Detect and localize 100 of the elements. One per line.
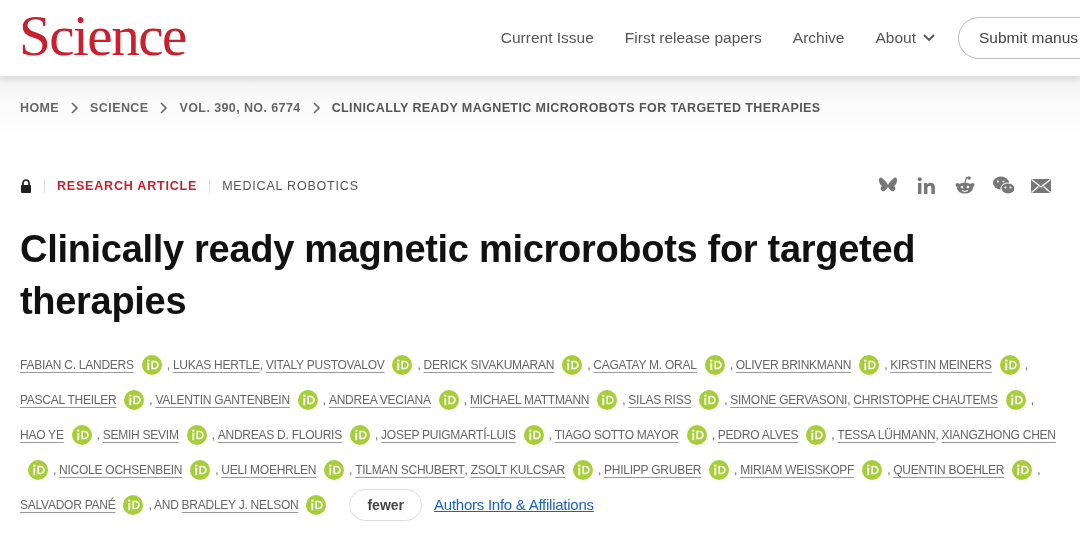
orcid-icon[interactable]	[186, 424, 207, 445]
author-separator: ,	[1030, 392, 1034, 407]
orcid-icon[interactable]	[392, 354, 413, 375]
author-separator: ,	[622, 392, 626, 407]
author-link[interactable]: OLIVER BRINKMANN	[735, 357, 852, 372]
orcid-icon[interactable]	[1005, 389, 1026, 410]
article-title: Clinically ready magnetic microrobots for targeted therapies	[20, 227, 917, 324]
author-separator: ,	[587, 357, 591, 372]
nav-link[interactable]: About	[875, 29, 936, 47]
author-link[interactable]: NICOLE OCHSENBEIN	[59, 462, 183, 477]
author-link[interactable]: KIRSTIN MEINERS	[890, 357, 992, 372]
author-link[interactable]: TIAGO SOTTO MAYOR	[554, 427, 679, 442]
chevron-right-icon	[70, 102, 80, 114]
orcid-icon[interactable]	[349, 424, 370, 445]
breadcrumb-link[interactable]: HOME	[20, 101, 60, 115]
author-link[interactable]: VITALY PUSTOVALOV	[265, 357, 385, 372]
author-separator: ,	[166, 357, 170, 372]
orcid-icon[interactable]	[306, 494, 327, 515]
orcid-icon[interactable]	[704, 354, 725, 375]
orcid-icon[interactable]	[862, 459, 883, 480]
author-link[interactable]: DERICK SIVAKUMARAN	[423, 357, 555, 372]
author-link[interactable]: FABIAN C. LANDERS	[20, 357, 134, 372]
orcid-icon[interactable]	[1012, 459, 1033, 480]
author-separator: ,	[884, 357, 888, 372]
author-separator: ,	[374, 427, 379, 442]
author-separator: , AND	[148, 497, 179, 512]
orcid-icon[interactable]	[28, 459, 48, 480]
author-separator: ,	[463, 392, 467, 407]
orcid-icon[interactable]	[806, 424, 827, 445]
author-link[interactable]: ANDREA VECIANA	[328, 392, 431, 407]
orcid-icon[interactable]	[297, 389, 318, 410]
section-link[interactable]: MEDICAL ROBOTICS	[222, 179, 359, 193]
orcid-icon[interactable]	[699, 389, 720, 410]
author-link[interactable]: SALVADOR PANÉ	[20, 497, 116, 512]
author-link[interactable]: MIRIAM WEISSKOPF	[740, 462, 855, 477]
author-link[interactable]: ANDREAS D. FLOURIS	[217, 427, 342, 442]
author-link[interactable]: SILAS RISS	[628, 392, 692, 407]
nav-link[interactable]: Archive	[792, 29, 845, 47]
orcid-icon[interactable]	[438, 389, 459, 410]
author-separator: ,	[548, 427, 552, 442]
author-separator: ,	[831, 427, 835, 442]
author-link[interactable]: TILMAN SCHUBERT	[355, 462, 465, 477]
orcid-icon[interactable]	[523, 424, 544, 445]
orcid-icon[interactable]	[686, 424, 707, 445]
orcid-icon[interactable]	[124, 389, 145, 410]
orcid-icon[interactable]	[141, 354, 162, 375]
author-separator: ,	[1024, 357, 1028, 372]
author-link[interactable]: CAGATAY M. ORAL	[593, 357, 697, 372]
fewer-button[interactable]: fewer	[349, 488, 423, 521]
orcid-icon[interactable]	[71, 424, 92, 445]
orcid-icon[interactable]	[597, 389, 618, 410]
breadcrumb-link[interactable]: VOL. 390, NO. 6774	[179, 101, 301, 115]
lock-icon	[20, 179, 32, 193]
breadcrumb-link[interactable]: SCIENCE	[90, 101, 149, 115]
author-link[interactable]: JOSEP PUIGMARTÍ-LUIS	[381, 427, 516, 442]
author-link[interactable]: VALENTIN GANTENBEIN	[155, 392, 290, 407]
breadcrumb-link[interactable]: CLINICALLY READY MAGNETIC MICROROBOTS FOR TARGETED THERAPIES	[331, 101, 821, 115]
author-link[interactable]: CHRISTOPHE CHAUTEMS	[853, 392, 998, 407]
author-separator: ,	[417, 357, 421, 372]
authors-info-link[interactable]: Authors Info & Affiliations	[434, 496, 594, 513]
linkedin-icon[interactable]	[916, 175, 938, 197]
chevron-right-icon	[159, 102, 169, 114]
nav-link[interactable]: Current Issue	[500, 29, 594, 47]
author-link[interactable]: UELI MOEHRLEN	[221, 462, 317, 477]
chevron-right-icon	[311, 102, 321, 114]
author-separator: ,	[887, 462, 891, 477]
author-link[interactable]: XIANGZHONG CHEN	[941, 427, 1056, 442]
author-link[interactable]: HAO YE	[20, 427, 64, 442]
author-link[interactable]: QUENTIN BOEHLER	[893, 462, 1005, 477]
author-link[interactable]: PEDRO ALVES	[717, 427, 799, 442]
author-separator: ,	[464, 462, 468, 477]
orcid-icon[interactable]	[859, 354, 880, 375]
orcid-icon[interactable]	[190, 459, 211, 480]
author-separator: ,	[53, 462, 57, 477]
submit-button[interactable]: Submit manus	[958, 17, 1080, 59]
author-link[interactable]: MICHAEL MATTMANN	[469, 392, 590, 407]
orcid-icon[interactable]	[123, 494, 144, 515]
site-logo[interactable]: Science	[19, 6, 186, 70]
orcid-icon[interactable]	[324, 459, 345, 480]
author-separator: ,	[598, 462, 602, 477]
author-link[interactable]: LUKAS HERTLE	[172, 357, 260, 372]
article-type: RESEARCH ARTICLE	[57, 179, 198, 193]
orcid-icon[interactable]	[709, 459, 730, 480]
author-link[interactable]: ZSOLT KULCSAR	[470, 462, 565, 477]
author-separator: ,	[1037, 462, 1041, 477]
author-separator: ,	[349, 462, 353, 477]
author-link[interactable]: BRADLEY J. NELSON	[181, 497, 299, 512]
author-separator: ,	[935, 427, 939, 442]
orcid-icon[interactable]	[999, 354, 1020, 375]
wechat-icon[interactable]	[992, 175, 1014, 197]
author-link[interactable]: PASCAL THEILER	[20, 392, 117, 407]
author-link[interactable]: SEMIH SEVIM	[102, 427, 179, 442]
author-separator: ,	[711, 427, 715, 442]
author-separator: ,	[729, 357, 733, 372]
orcid-icon[interactable]	[562, 354, 583, 375]
author-separator: ,	[734, 462, 738, 477]
author-separator: ,	[259, 357, 263, 372]
author-link[interactable]: PHILIPP GRUBER	[604, 462, 702, 477]
nav-link[interactable]: First release papers	[624, 29, 762, 47]
orcid-icon[interactable]	[573, 459, 593, 480]
